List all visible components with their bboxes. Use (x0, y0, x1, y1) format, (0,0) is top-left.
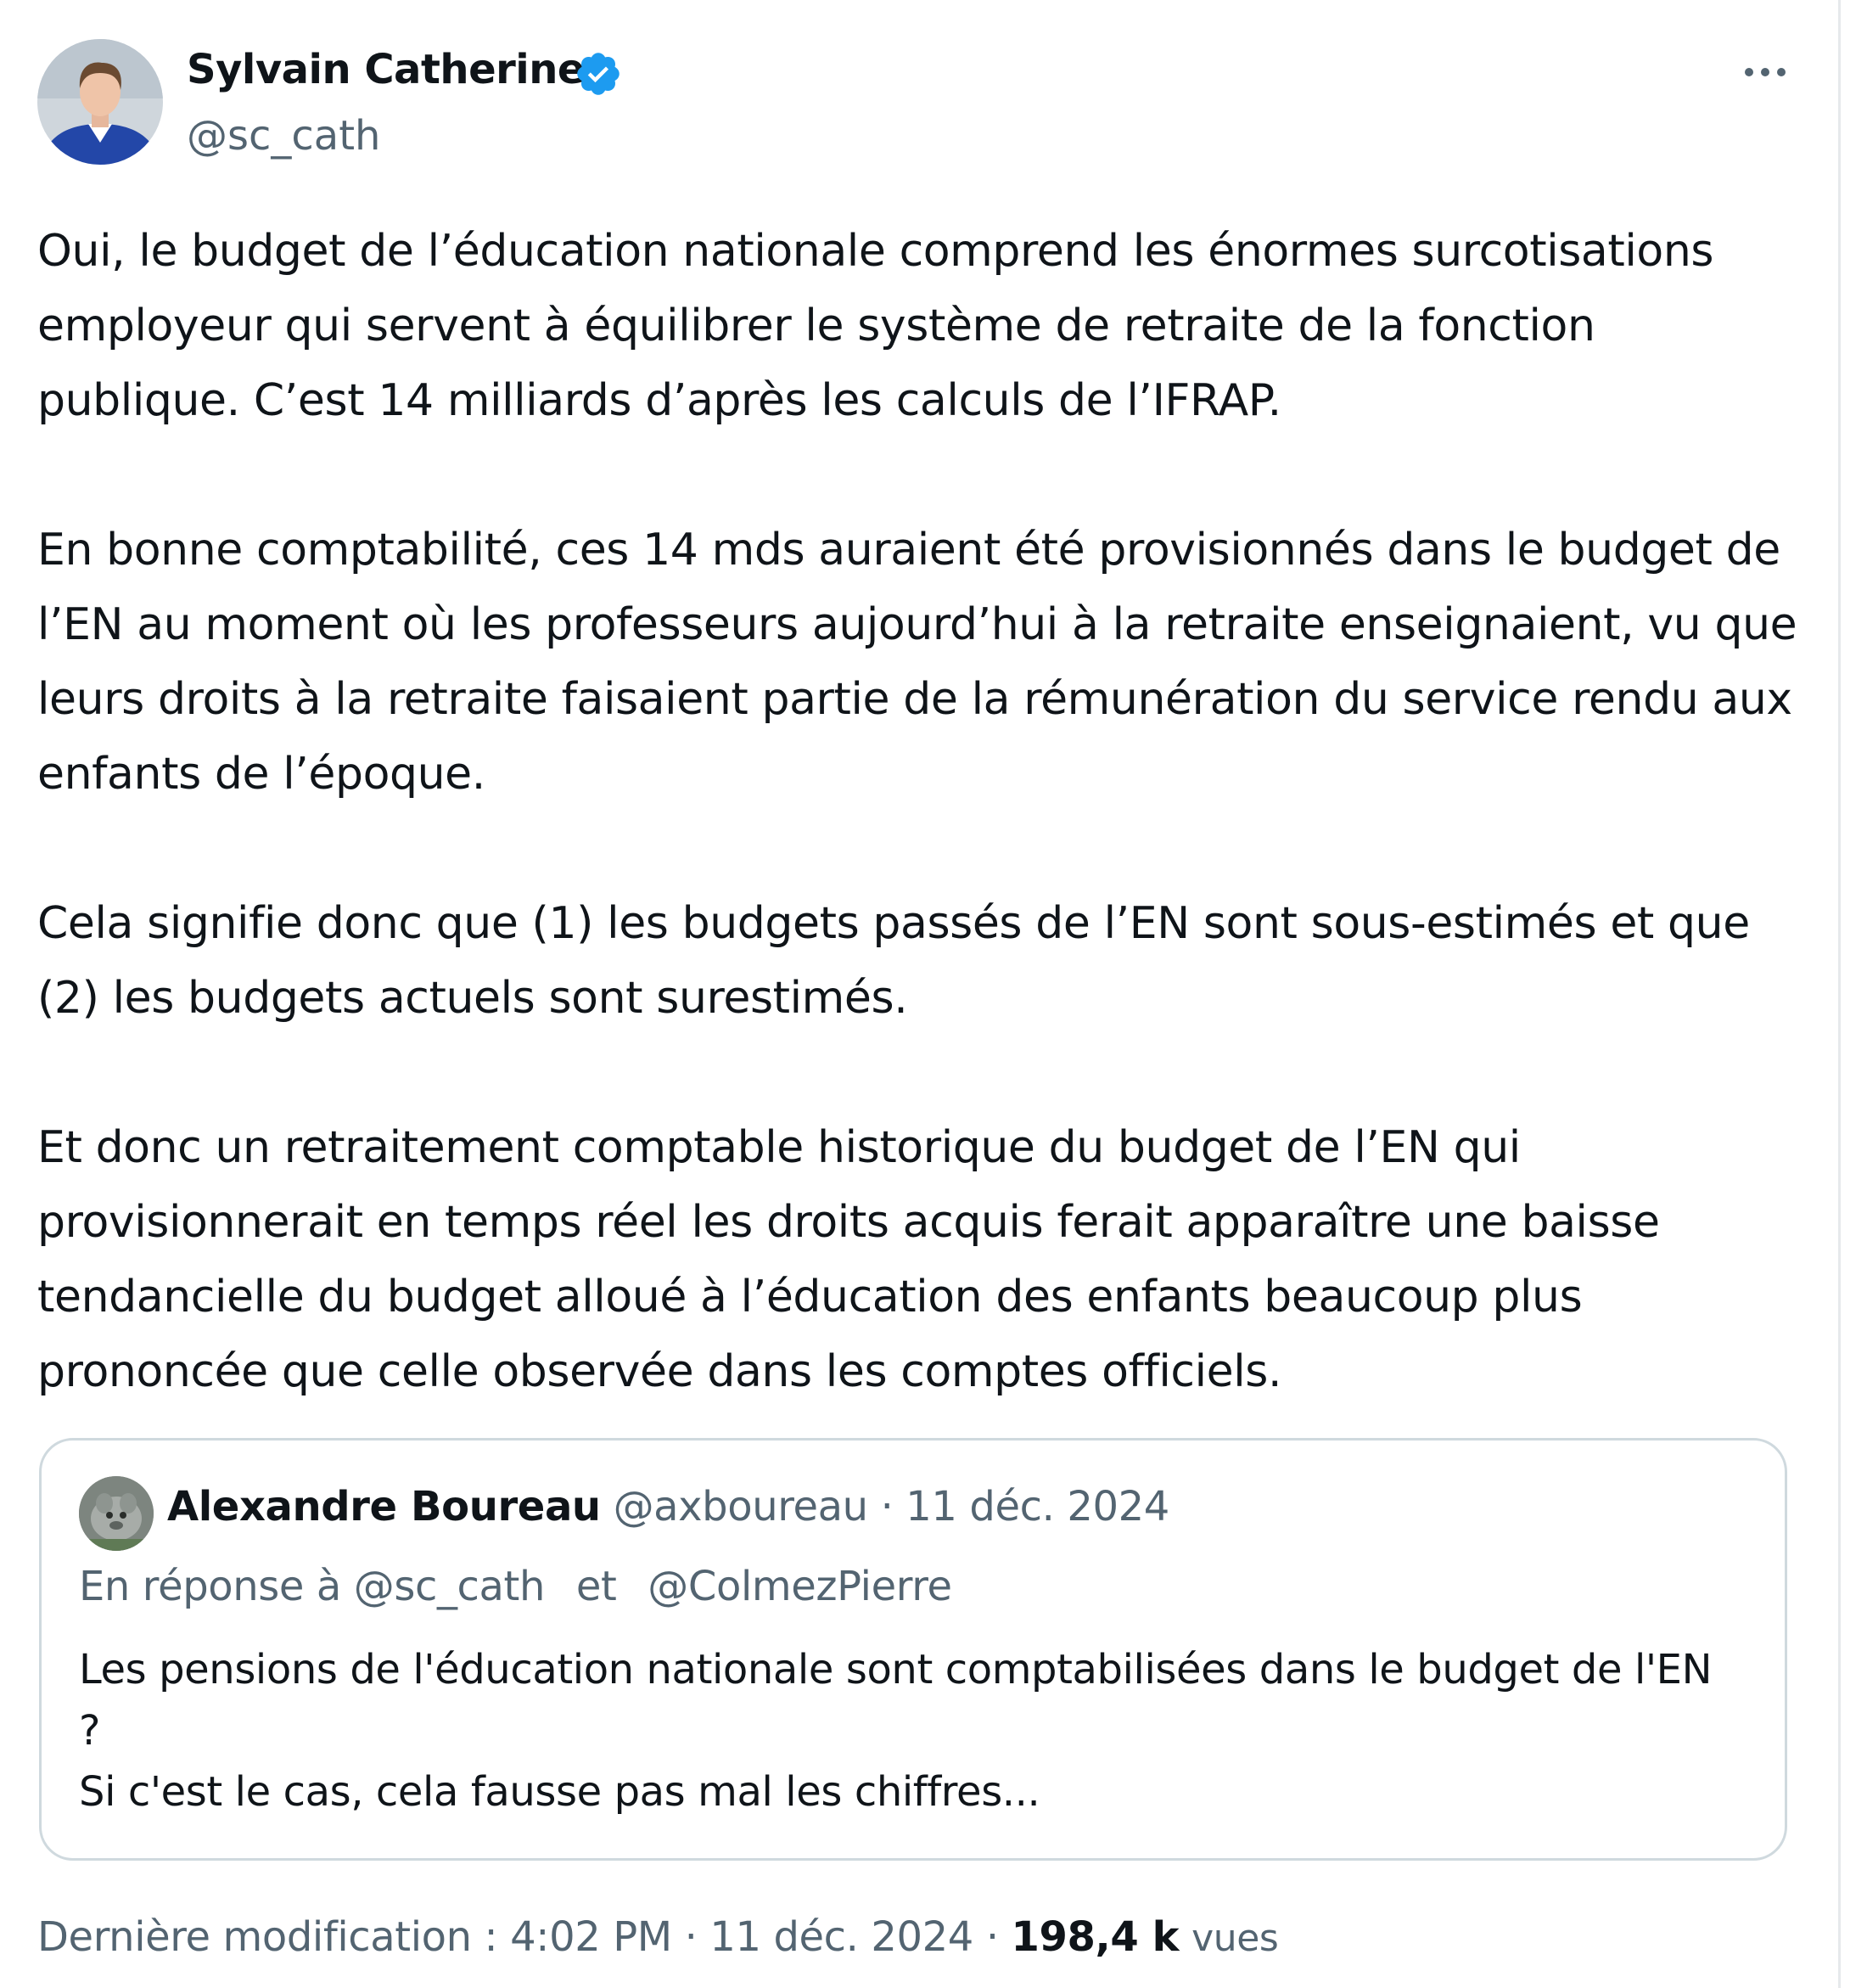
tweet-footer: Dernière modification : 4:02 PM · 11 déc… (37, 1913, 1279, 1961)
author-avatar[interactable] (37, 39, 163, 165)
reply-user-link[interactable]: @ColmezPierre (648, 1563, 952, 1610)
tweet-text: Oui, le budget de l’éducation nationale … (37, 214, 1811, 1409)
footer-separator: · (985, 1913, 999, 1961)
footer-separator: · (684, 1913, 698, 1961)
reply-and: et (575, 1563, 617, 1610)
quote-text-line: ? (79, 1707, 101, 1755)
more-horizontal-icon[interactable] (1731, 51, 1799, 93)
more-dot (1761, 68, 1769, 76)
reply-prefix: En réponse à (79, 1563, 341, 1610)
author-name[interactable]: Sylvain Catherine (187, 46, 585, 93)
quote-date[interactable]: 11 déc. 2024 (905, 1483, 1169, 1530)
author-avatar-image (37, 39, 163, 165)
tweet-card: Sylvain Catherine @sc_cath Oui, le budge… (0, 0, 1838, 1988)
quote-separator: · (880, 1483, 894, 1530)
column-divider (1838, 0, 1841, 1988)
tweet-paragraph: Et donc un retraitement comptable histor… (37, 1122, 1660, 1397)
quote-text-line: Si c'est le cas, cela fausse pas mal les… (79, 1768, 1040, 1816)
quote-text: Les pensions de l'éducation nationale so… (79, 1639, 1776, 1822)
quoted-tweet[interactable]: Alexandre Boureau @axboureau · 11 déc. 2… (39, 1438, 1787, 1861)
quote-author-handle[interactable]: @axboureau (614, 1483, 869, 1530)
tweet-paragraph: Oui, le budget de l’éducation nationale … (37, 226, 1714, 426)
author-handle[interactable]: @sc_cath (187, 112, 380, 160)
tweet-paragraph: En bonne comptabilité, ces 14 mds auraie… (37, 525, 1797, 800)
reply-user-link[interactable]: @sc_cath (354, 1563, 546, 1610)
quote-author-avatar-image (79, 1476, 154, 1551)
quote-reply-context: En réponse à @sc_cath et @ColmezPierre (79, 1563, 952, 1610)
views-count: 198,4 k (1011, 1913, 1180, 1961)
views-label: vues (1191, 1917, 1279, 1960)
tweet-paragraph: Cela signifie donc que (1) les budgets p… (37, 898, 1750, 1024)
tweet-time[interactable]: 4:02 PM (510, 1913, 672, 1961)
more-dot (1745, 68, 1753, 76)
quote-author-name[interactable]: Alexandre Boureau (167, 1483, 601, 1530)
quote-header: Alexandre Boureau @axboureau · 11 déc. 2… (167, 1483, 1169, 1530)
edited-label[interactable]: Dernière modification : (37, 1913, 498, 1961)
quote-author-avatar[interactable] (79, 1476, 154, 1551)
tweet-date[interactable]: 11 déc. 2024 (709, 1913, 973, 1961)
quote-text-line: Les pensions de l'éducation nationale so… (79, 1646, 1713, 1693)
more-dot (1777, 68, 1786, 76)
verified-badge-icon (574, 49, 623, 98)
